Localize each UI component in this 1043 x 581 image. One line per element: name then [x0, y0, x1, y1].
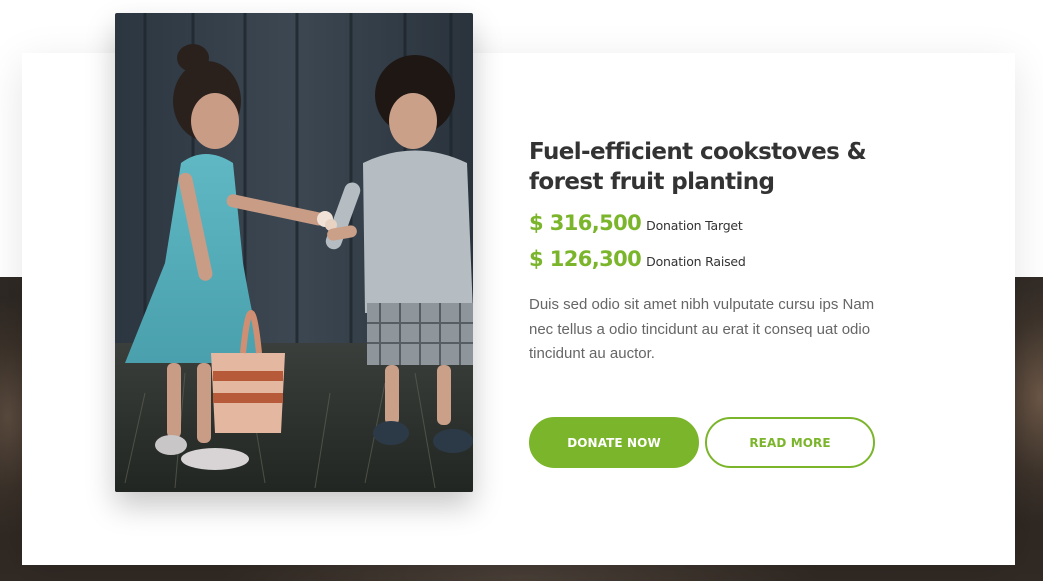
campaign-details: Fuel-efficient cookstoves & forest fruit…	[529, 137, 889, 367]
page: Fuel-efficient cookstoves & forest fruit…	[0, 0, 1043, 581]
campaign-description: Duis sed odio sit amet nibh vulputate cu…	[529, 296, 875, 362]
donation-target-amount: $ 316,500	[529, 211, 642, 235]
donation-raised-amount: $ 126,300	[529, 247, 642, 271]
donate-now-button[interactable]: DONATE NOW	[529, 417, 699, 468]
donation-raised: $ 126,300 Donation Raised	[529, 247, 889, 283]
donation-raised-label: Donation Raised	[646, 254, 746, 269]
read-more-button[interactable]: READ MORE	[705, 417, 875, 468]
campaign-actions: DONATE NOW READ MORE	[529, 417, 875, 468]
donation-target-label: Donation Target	[646, 218, 743, 233]
donation-target: $ 316,500 Donation Target	[529, 211, 889, 247]
campaign-title: Fuel-efficient cookstoves & forest fruit…	[529, 139, 867, 195]
campaign-photo	[115, 13, 473, 492]
